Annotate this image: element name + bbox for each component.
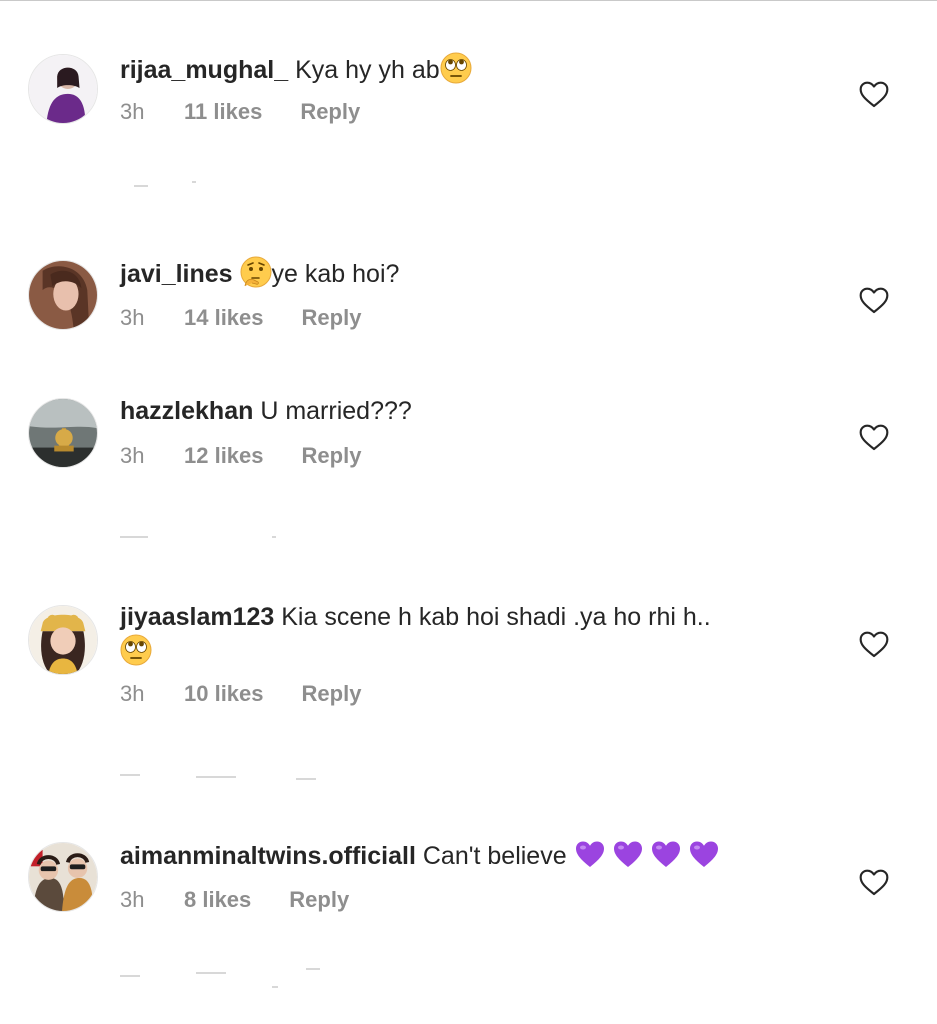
comment-text-line: jiyaaslam123 Kia scene h kab hoi shadi .… (120, 600, 797, 634)
thinking-face-emoji-icon (240, 256, 272, 288)
like-heart-icon[interactable] (858, 78, 890, 110)
comment-meta: 3h 14 likes Reply (120, 304, 361, 332)
rolling-eyes-emoji-icon (440, 52, 472, 84)
comment-text-continuation (120, 634, 797, 669)
avatar[interactable] (28, 842, 98, 912)
avatar[interactable] (28, 398, 98, 468)
reply-button[interactable]: Reply (302, 680, 362, 708)
divider (120, 536, 148, 538)
divider (296, 778, 316, 780)
comment-likes[interactable]: 12 likes (184, 442, 264, 470)
comment-likes[interactable]: 14 likes (184, 304, 264, 332)
like-heart-icon[interactable] (858, 421, 890, 453)
divider (120, 975, 140, 977)
comment-timestamp: 3h (120, 305, 145, 330)
reply-button[interactable]: Reply (289, 886, 349, 914)
top-divider (0, 0, 937, 1)
comment-username[interactable]: aimanminaltwins.officiall (120, 842, 416, 870)
comment-body: Kya hy yh ab (295, 56, 440, 84)
divider (196, 972, 226, 974)
comment-text-line: javi_lines ye kab hoi? (120, 256, 797, 291)
comment-username[interactable]: jiyaaslam123 (120, 603, 274, 631)
reply-button[interactable]: Reply (302, 304, 362, 332)
divider (272, 536, 276, 538)
purple-heart-emoji-icon (688, 838, 720, 870)
comment-body: Kia scene h kab hoi shadi .ya ho rhi h.. (281, 603, 711, 631)
comment-text-line: hazzlekhan U married??? (120, 394, 797, 428)
comment-likes[interactable]: 8 likes (184, 886, 251, 914)
like-heart-icon[interactable] (858, 284, 890, 316)
avatar[interactable] (28, 54, 98, 124)
divider (306, 968, 320, 970)
comment-meta: 3h 12 likes Reply (120, 442, 361, 470)
comment-username[interactable]: hazzlekhan (120, 397, 253, 425)
comment-timestamp: 3h (120, 99, 145, 124)
comment-meta: 3h 10 likes Reply (120, 680, 361, 708)
like-heart-icon[interactable] (858, 628, 890, 660)
avatar[interactable] (28, 605, 98, 675)
comment-username[interactable]: rijaa_mughal_ (120, 56, 288, 84)
comment-meta: 3h 11 likes Reply (120, 98, 360, 126)
comment-likes[interactable]: 10 likes (184, 680, 264, 708)
reply-button[interactable]: Reply (302, 442, 362, 470)
rolling-eyes-emoji-icon (120, 634, 152, 666)
comment-text-line: rijaa_mughal_ Kya hy yh ab (120, 52, 797, 87)
purple-heart-emoji-icon (612, 838, 644, 870)
comment-username[interactable]: javi_lines (120, 260, 233, 288)
comment-text-line: aimanminaltwins.officiall Can't believe (120, 838, 797, 873)
divider (120, 774, 140, 776)
purple-heart-emoji-icon (574, 838, 606, 870)
comment-timestamp: 3h (120, 887, 145, 912)
comment-timestamp: 3h (120, 681, 145, 706)
divider (196, 776, 236, 778)
comment-body: U married??? (260, 397, 412, 425)
purple-heart-emoji-icon (650, 838, 682, 870)
comment-likes[interactable]: 11 likes (184, 98, 262, 126)
comment-body: ye kab hoi? (271, 260, 400, 288)
reply-button[interactable]: Reply (300, 98, 360, 126)
comment-body: Can't believe (422, 842, 567, 870)
comment-timestamp: 3h (120, 443, 145, 468)
divider (192, 181, 196, 183)
divider (134, 185, 148, 187)
avatar[interactable] (28, 260, 98, 330)
comment-meta: 3h 8 likes Reply (120, 886, 349, 914)
divider (272, 986, 278, 988)
like-heart-icon[interactable] (858, 866, 890, 898)
